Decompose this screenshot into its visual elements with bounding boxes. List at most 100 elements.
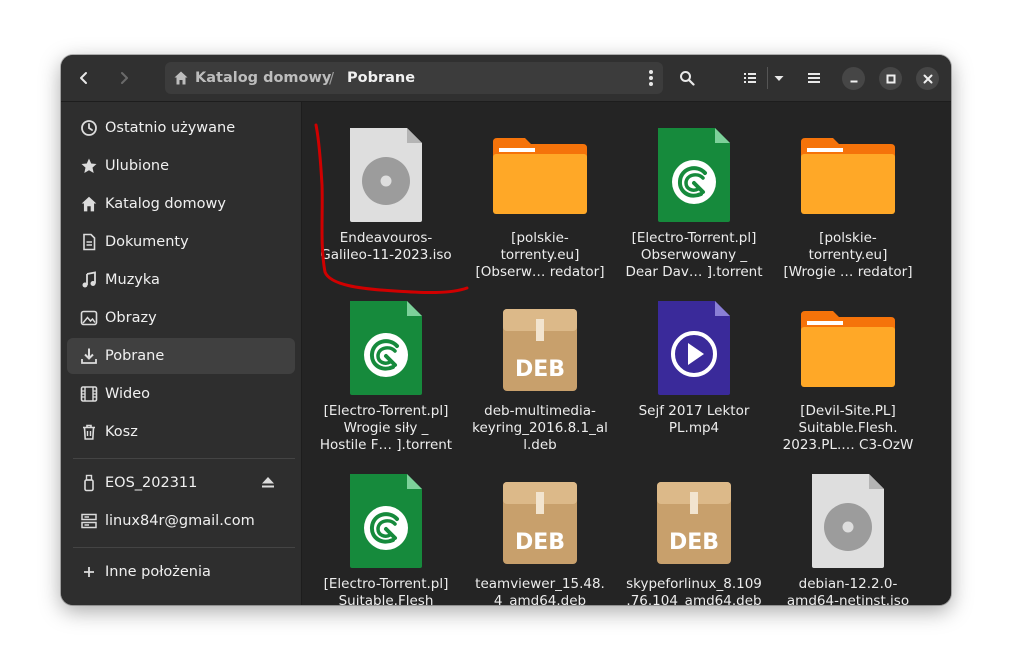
sidebar-item-home[interactable]: Katalog domowy bbox=[67, 186, 295, 222]
file-name: teamviewer_15.48. 4_amd64.deb bbox=[475, 576, 605, 605]
chevron-left-icon bbox=[80, 72, 87, 84]
folder-icon bbox=[801, 311, 895, 387]
path-menu-button[interactable] bbox=[641, 68, 661, 88]
search-button[interactable] bbox=[670, 62, 704, 94]
file-item[interactable]: DEB deb-multimedia- keyring_2016.8.1_al … bbox=[463, 275, 617, 453]
sidebar-item-label: Dokumenty bbox=[105, 234, 189, 250]
file-item[interactable]: [Electro-Torrent.pl] Wrogie siły _ Hosti… bbox=[309, 275, 463, 453]
sidebar-item-label: linux84r@gmail.com bbox=[105, 513, 255, 529]
file-icon-box bbox=[799, 472, 897, 570]
sidebar-item-network-account[interactable]: linux84r@gmail.com bbox=[67, 503, 295, 539]
file-item[interactable]: debian-12.2.0- amd64-netinst.iso bbox=[771, 448, 925, 605]
file-name: [Devil-Site.PL] Suitable.Flesh. 2023.PL.… bbox=[782, 403, 914, 453]
home-icon bbox=[79, 194, 99, 214]
sidebar-item-label: Obrazy bbox=[105, 310, 157, 326]
folder-icon bbox=[801, 138, 895, 214]
breadcrumb-current[interactable]: Pobrane bbox=[347, 62, 415, 94]
hamburger-menu-icon bbox=[808, 73, 820, 83]
trash-icon bbox=[79, 422, 99, 442]
sidebar-item-label: Ostatnio używane bbox=[105, 120, 236, 136]
deb-package-icon: DEB bbox=[503, 482, 577, 564]
disc-image-icon bbox=[812, 474, 884, 568]
back-button[interactable] bbox=[67, 62, 101, 94]
breadcrumb-separator: / bbox=[329, 69, 335, 87]
deb-package-icon: DEB bbox=[503, 309, 577, 391]
file-name: [Electro-Torrent.pl] Suitable.Flesh bbox=[323, 576, 449, 605]
chevron-right-icon bbox=[121, 72, 128, 84]
deb-package-icon: DEB bbox=[657, 482, 731, 564]
file-item[interactable]: Sejf 2017 Lektor PL.mp4 bbox=[617, 275, 771, 445]
video-icon bbox=[79, 384, 99, 404]
svg-text:DEB: DEB bbox=[515, 530, 565, 555]
file-name: debian-12.2.0- amd64-netinst.iso bbox=[786, 576, 910, 605]
file-item[interactable]: [polskie- torrenty.eu] [Obserw… redator] bbox=[463, 102, 617, 280]
file-name: deb-multimedia- keyring_2016.8.1_al l.de… bbox=[472, 403, 608, 453]
file-icon-box bbox=[337, 299, 435, 397]
folder-icon bbox=[493, 138, 587, 214]
headerbar: Katalog domowy / Pobrane bbox=[61, 55, 951, 102]
torrent-file-icon bbox=[658, 128, 730, 222]
sidebar-item-label: Katalog domowy bbox=[105, 196, 226, 212]
sidebar-item-pictures[interactable]: Obrazy bbox=[67, 300, 295, 336]
minimize-button[interactable] bbox=[842, 67, 865, 90]
vertical-dots-icon bbox=[649, 70, 653, 86]
maximize-icon bbox=[886, 74, 895, 83]
maximize-button[interactable] bbox=[879, 67, 902, 90]
file-manager-window: Katalog domowy / Pobrane Ostatnio używan… bbox=[61, 55, 951, 605]
sidebar-item-trash[interactable]: Kosz bbox=[67, 414, 295, 450]
sidebar-divider bbox=[73, 547, 295, 548]
file-icon-box bbox=[799, 299, 897, 397]
path-bar: Katalog domowy / Pobrane bbox=[165, 62, 663, 94]
eject-icon[interactable] bbox=[261, 475, 275, 493]
file-icon-box bbox=[337, 126, 435, 224]
file-name: Sejf 2017 Lektor PL.mp4 bbox=[638, 403, 750, 436]
sidebar-item-music[interactable]: Muzyka bbox=[67, 262, 295, 298]
sidebar-item-starred[interactable]: Ulubione bbox=[67, 148, 295, 184]
file-icon-box bbox=[491, 126, 589, 224]
breadcrumb-home[interactable]: Katalog domowy bbox=[173, 62, 331, 94]
torrent-file-icon bbox=[350, 301, 422, 395]
home-icon bbox=[174, 71, 188, 85]
file-name: Endeavouros- Galileo-11-2023.iso bbox=[320, 230, 452, 263]
svg-text:DEB: DEB bbox=[669, 530, 719, 555]
file-item[interactable]: DEB teamviewer_15.48. 4_amd64.deb bbox=[463, 448, 617, 605]
music-icon bbox=[79, 270, 99, 290]
forward-button[interactable] bbox=[107, 62, 141, 94]
sidebar-item-label: Pobrane bbox=[105, 348, 165, 364]
sidebar-divider bbox=[73, 458, 295, 459]
file-grid: Endeavouros- Galileo-11-2023.iso [polski… bbox=[302, 102, 951, 605]
file-item[interactable]: [polskie- torrenty.eu] [Wrogie … redator… bbox=[771, 102, 925, 280]
file-name: [Electro-Torrent.pl] Wrogie siły _ Hosti… bbox=[319, 403, 453, 453]
file-item[interactable]: [Electro-Torrent.pl] Suitable.Flesh bbox=[309, 448, 463, 605]
file-item[interactable]: Endeavouros- Galileo-11-2023.iso bbox=[309, 102, 463, 272]
video-file-icon bbox=[658, 301, 730, 395]
file-icon-box bbox=[799, 126, 897, 224]
sidebar-item-label: Kosz bbox=[105, 424, 138, 440]
sidebar-item-label: Muzyka bbox=[105, 272, 160, 288]
sidebar-item-downloads[interactable]: Pobrane bbox=[67, 338, 295, 374]
file-icon-box: DEB bbox=[491, 472, 589, 570]
star-icon bbox=[79, 156, 99, 176]
sidebar-item-videos[interactable]: Wideo bbox=[67, 376, 295, 412]
file-item[interactable]: DEB skypeforlinux_8.109 .76.104_amd64.de… bbox=[617, 448, 771, 605]
sidebar: Ostatnio używane Ulubione Katalog domowy… bbox=[61, 102, 302, 605]
sidebar-item-eos-drive[interactable]: EOS_202311 bbox=[67, 465, 295, 501]
image-icon bbox=[79, 308, 99, 328]
main-menu-button[interactable] bbox=[797, 62, 831, 94]
plus-icon bbox=[79, 562, 99, 582]
file-item[interactable]: [Devil-Site.PL] Suitable.Flesh. 2023.PL.… bbox=[771, 275, 925, 453]
sidebar-item-documents[interactable]: Dokumenty bbox=[67, 224, 295, 260]
sidebar-item-other-locations[interactable]: Inne położenia bbox=[67, 554, 295, 590]
sidebar-item-label: Wideo bbox=[105, 386, 151, 402]
file-name: [polskie- torrenty.eu] [Wrogie … redator… bbox=[783, 230, 913, 280]
disc-image-icon bbox=[350, 128, 422, 222]
file-name: [Electro-Torrent.pl] Obserwowany _ Dear … bbox=[625, 230, 763, 280]
sidebar-item-recent[interactable]: Ostatnio używane bbox=[67, 110, 295, 146]
search-icon bbox=[680, 71, 695, 86]
view-options-dropdown[interactable] bbox=[762, 62, 796, 94]
file-icon-box: DEB bbox=[491, 299, 589, 397]
close-button[interactable] bbox=[916, 67, 939, 90]
list-view-icon bbox=[744, 73, 756, 83]
file-item[interactable]: [Electro-Torrent.pl] Obserwowany _ Dear … bbox=[617, 102, 771, 280]
network-account-icon bbox=[79, 511, 99, 531]
